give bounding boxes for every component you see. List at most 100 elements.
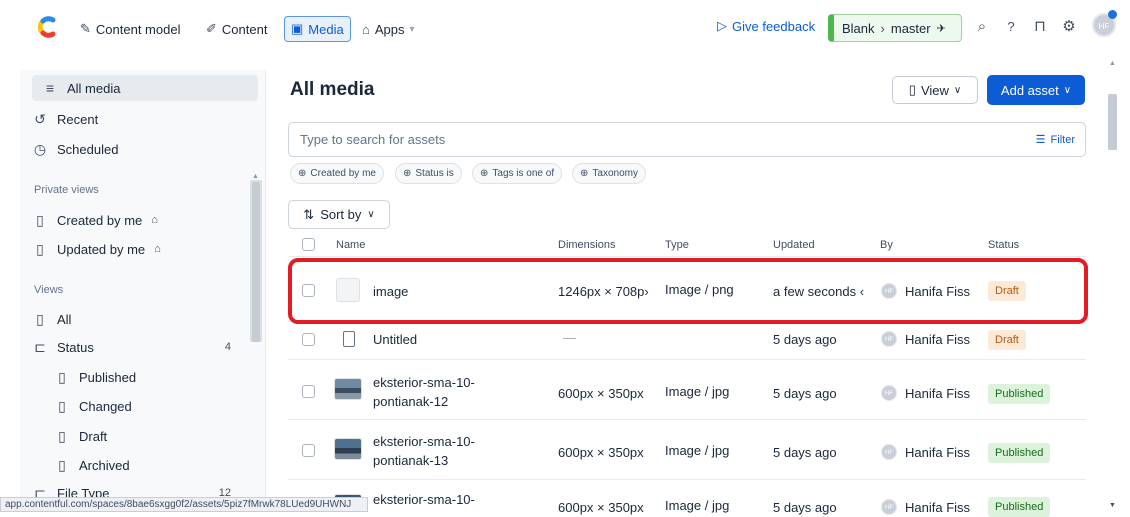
asset-author: Hanifa Fiss [905, 445, 971, 460]
chevron-right-icon: › [880, 20, 885, 36]
bookmark-icon: ▯ [58, 427, 66, 444]
main-scrollbar-thumb[interactable] [1108, 94, 1117, 150]
asset-dimensions: 600px × 350px [558, 445, 644, 460]
row-checkbox[interactable] [302, 333, 315, 346]
sidebar-item-label: Changed [79, 398, 132, 414]
sidebar-item-recent[interactable]: ↺ Recent [32, 106, 98, 132]
nav-content[interactable]: ✐ Content [206, 16, 267, 42]
add-asset-label: Add asset [1000, 82, 1059, 98]
asset-updated: 5 days ago [773, 445, 837, 460]
asset-name-line2[interactable]: pontianak-13 [373, 453, 448, 468]
status-badge: Published [988, 384, 1051, 404]
nav-content-model[interactable]: ✎ Content model [80, 16, 180, 42]
history-icon: ↺ [34, 110, 46, 127]
private-views-heading: Private views [34, 184, 99, 196]
asset-name[interactable]: eksterior-sma-10- [373, 434, 475, 449]
sidebar-scrollbar-thumb[interactable] [252, 182, 260, 342]
gear-icon[interactable]: ⚙ [1060, 18, 1078, 36]
asset-name[interactable]: Untitled [373, 332, 417, 347]
plus-circle-icon: ⊕ [403, 168, 412, 179]
page-title: All media [290, 79, 375, 100]
asset-name[interactable]: eksterior-sma-10- [373, 375, 475, 390]
select-all-checkbox[interactable] [302, 238, 315, 251]
add-asset-button[interactable]: Add asset ∨ [987, 75, 1085, 105]
sidebar-item-all-media[interactable]: ≡ All media [32, 75, 258, 101]
chevron-down-icon: ∨ [367, 209, 375, 220]
filter-button[interactable]: ☰ Filter [1036, 133, 1075, 147]
sort-button[interactable]: ⇅ Sort by ∨ [288, 200, 390, 229]
sidebar: ≡ All media ↺ Recent ◷ Scheduled Private… [20, 70, 266, 512]
sidebar-item-archived[interactable]: ▯ Archived [54, 452, 129, 478]
top-navigation: ✎ Content model ✐ Content ▣ Media ⌂ Apps… [0, 0, 1130, 56]
sidebar-item-updated-by-me[interactable]: ▯ Updated by me ⌂ [32, 236, 161, 262]
nav-apps[interactable]: ⌂ Apps ▾ [362, 16, 415, 42]
bookmark-icon: ▯ [58, 397, 66, 414]
filter-chip-created-by-me[interactable]: ⊕ Created by me [290, 163, 384, 184]
browser-status-url: app.contentful.com/spaces/8bae6sxgg0f2/a… [0, 497, 368, 512]
chip-label: Tags is one of [492, 168, 555, 179]
sidebar-item-label: Scheduled [57, 141, 119, 157]
sidebar-item-changed[interactable]: ▯ Changed [54, 393, 132, 419]
asset-author: Hanifa Fiss [905, 332, 971, 347]
lock-icon: ⌂ [151, 214, 158, 226]
nav-media[interactable]: ▣ Media [284, 16, 351, 42]
sidebar-item-label: All [57, 311, 72, 327]
asset-type: Image / jpg [665, 443, 730, 458]
sidebar-item-label: Updated by me [57, 241, 146, 257]
column-header-status: Status [988, 239, 1020, 251]
scroll-up-arrow-icon[interactable]: ▲ [1109, 60, 1116, 67]
asset-type: Image / jpg [665, 384, 730, 399]
plus-circle-icon: ⊕ [480, 168, 489, 179]
highlight-box [288, 258, 1088, 324]
plus-circle-icon: ⊕ [298, 168, 307, 179]
sidebar-item-scheduled[interactable]: ◷ Scheduled [32, 136, 119, 162]
bookmark-icon: ▯ [36, 240, 44, 257]
asset-type: Image / jpg [665, 498, 730, 513]
chevron-down-icon: ▾ [409, 23, 415, 35]
contentful-logo-icon[interactable] [34, 14, 60, 40]
book-icon[interactable]: ⊓ [1031, 18, 1049, 36]
user-avatar: HF [881, 331, 897, 347]
give-feedback-link[interactable]: ▷ Give feedback [717, 18, 815, 34]
bookmark-icon: ▯ [36, 211, 44, 228]
filter-chip-taxonomy[interactable]: ⊕ Taxonomy [572, 163, 646, 184]
sidebar-item-published[interactable]: ▯ Published [54, 364, 136, 390]
status-badge: Published [988, 443, 1051, 463]
column-header-updated[interactable]: Updated [773, 239, 815, 251]
sidebar-item-all[interactable]: ▯ All [32, 306, 71, 332]
filter-chip-tags[interactable]: ⊕ Tags is one of [472, 163, 563, 184]
view-button[interactable]: ▯ View ∨ [892, 76, 978, 104]
search-input[interactable]: Type to search for assets ☰ Filter [288, 122, 1086, 157]
asset-dimensions: — [563, 330, 576, 345]
scroll-down-arrow-icon[interactable]: ▼ [1109, 502, 1116, 509]
asset-updated: 5 days ago [773, 386, 837, 401]
apps-icon: ⌂ [362, 21, 370, 37]
sidebar-item-draft[interactable]: ▯ Draft [54, 423, 107, 449]
asset-name-line2[interactable]: pontianak-12 [373, 394, 448, 409]
image-thumbnail [334, 378, 362, 400]
search-icon[interactable]: ⌕ [973, 18, 991, 36]
scroll-up-arrow-icon[interactable]: ▲ [252, 173, 259, 180]
row-checkbox[interactable] [302, 444, 315, 457]
row-checkbox[interactable] [302, 385, 315, 398]
environment-selector[interactable]: Blank › master ✈ [828, 14, 962, 42]
feedback-label: Give feedback [732, 18, 816, 34]
column-header-name[interactable]: Name [336, 239, 365, 251]
rocket-icon: ✈ [936, 22, 946, 35]
status-badge: Draft [988, 330, 1026, 350]
asset-name[interactable]: eksterior-sma-10- [373, 492, 475, 507]
header-divider [288, 256, 1086, 257]
pen-icon: ✐ [206, 21, 217, 36]
sidebar-item-created-by-me[interactable]: ▯ Created by me ⌂ [32, 207, 158, 233]
column-header-type: Type [665, 239, 689, 251]
chip-label: Status is [415, 168, 454, 179]
sidebar-item-label: Published [79, 369, 137, 385]
filter-chip-status-is[interactable]: ⊕ Status is [395, 163, 462, 184]
wrench-icon: ✎ [80, 21, 91, 36]
sidebar-folder-status[interactable]: ⊏ Status [32, 334, 94, 360]
user-avatar: HF [881, 444, 897, 460]
asset-dimensions: 600px × 350px [558, 500, 644, 515]
nav-label: Apps [374, 21, 405, 37]
help-icon[interactable]: ? [1002, 18, 1020, 36]
status-badge: Published [988, 497, 1051, 517]
